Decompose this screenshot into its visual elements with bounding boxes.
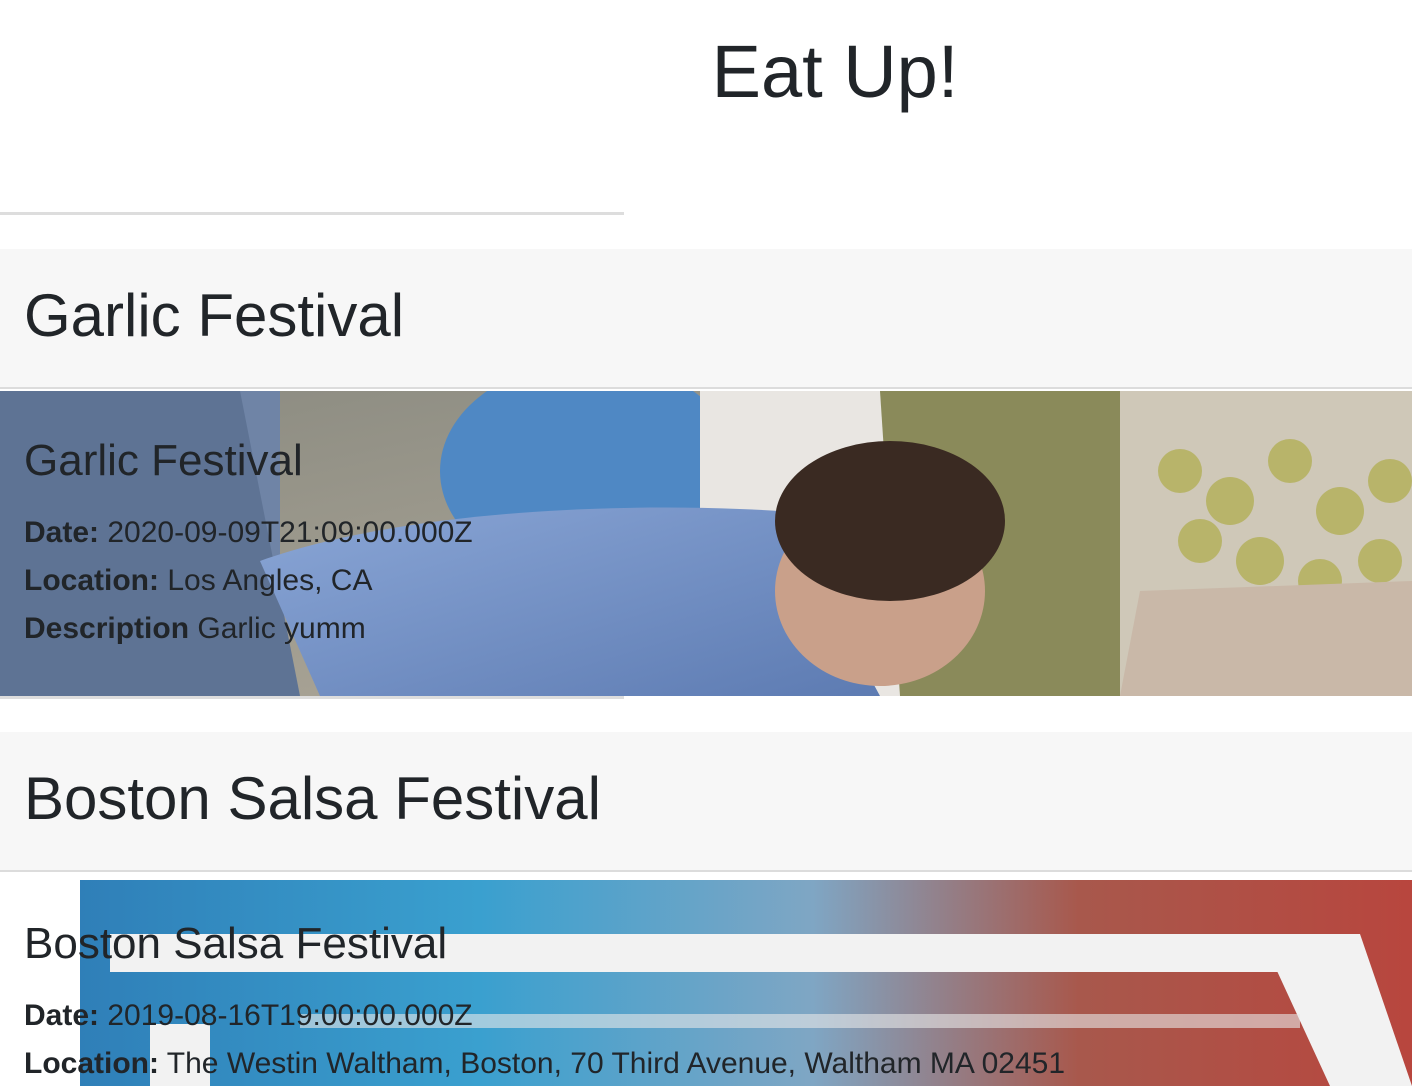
event-header-title: Garlic Festival: [24, 282, 405, 349]
divider: [0, 696, 624, 699]
event-card-body: Boston Salsa Festival Date: 2019-08-16T1…: [0, 874, 1412, 1086]
divider: [0, 212, 624, 215]
location-value: Los Angles, CA: [167, 564, 373, 597]
event-location: Location: Los Angles, CA: [24, 557, 473, 605]
event-date: Date: 2019-08-16T19:00:00.000Z: [24, 992, 1065, 1040]
event-details: Garlic Festival Date: 2020-09-09T21:09:0…: [24, 433, 473, 653]
page-header: Eat Up!: [0, 0, 1412, 140]
event-date: Date: 2020-09-09T21:09:00.000Z: [24, 509, 473, 557]
date-label: Date:: [24, 999, 100, 1032]
event-details: Boston Salsa Festival Date: 2019-08-16T1…: [24, 916, 1065, 1086]
event-card: Garlic Festival Garlic Festival Date: 20…: [0, 249, 1412, 696]
event-location: Location: The Westin Waltham, Boston, 70…: [24, 1040, 1065, 1086]
event-title: Boston Salsa Festival: [24, 919, 448, 968]
event-card-header: Boston Salsa Festival: [0, 732, 1412, 872]
description-value: Garlic yumm: [197, 612, 366, 645]
event-title: Garlic Festival: [24, 436, 303, 485]
description-label: Description: [24, 612, 190, 645]
event-card-body: Garlic Festival Date: 2020-09-09T21:09:0…: [0, 391, 1412, 696]
date-value: 2020-09-09T21:09:00.000Z: [107, 516, 473, 549]
event-card: Boston Salsa Festival Boston Salsa Festi…: [0, 732, 1412, 1086]
location-label: Location:: [24, 1047, 159, 1080]
event-description: Description Garlic yumm: [24, 605, 473, 653]
date-value: 2019-08-16T19:00:00.000Z: [107, 999, 473, 1032]
event-card-header: Garlic Festival: [0, 249, 1412, 389]
location-label: Location:: [24, 564, 159, 597]
event-header-title: Boston Salsa Festival: [24, 765, 601, 832]
app-title: Eat Up!: [711, 30, 959, 113]
location-value: The Westin Waltham, Boston, 70 Third Ave…: [166, 1047, 1066, 1080]
date-label: Date:: [24, 516, 100, 549]
